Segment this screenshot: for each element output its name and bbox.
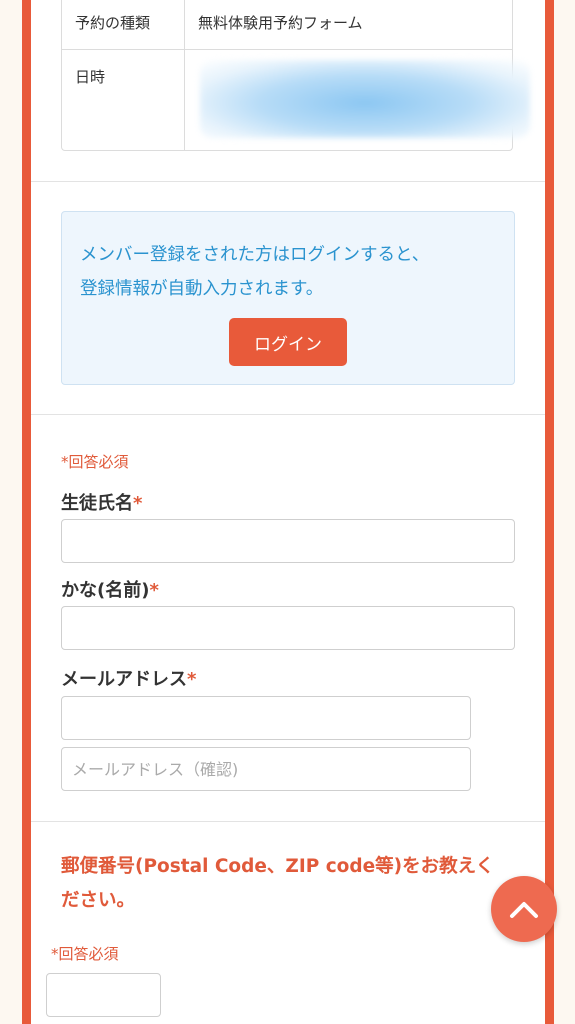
summary-row-type: 予約の種類 無料体験用予約フォーム	[62, 0, 512, 50]
student-name-input[interactable]	[61, 519, 515, 563]
required-star: *	[187, 669, 197, 690]
required-star: *	[133, 493, 143, 514]
page-frame: 予約の種類 無料体験用予約フォーム 日時 メンバー登録をされた方はログインすると…	[22, 0, 554, 1024]
section-divider	[31, 414, 545, 415]
kana-input[interactable]	[61, 606, 515, 650]
login-notice-line1: メンバー登録をされた方はログインすると、	[80, 245, 430, 265]
required-note: *回答必須	[61, 453, 129, 471]
login-notice-text: メンバー登録をされた方はログインすると、 登録情報が自動入力されます。	[80, 238, 500, 306]
login-notice-line2: 登録情報が自動入力されます。	[80, 279, 324, 299]
redacted-datetime	[200, 60, 530, 138]
summary-value-datetime	[186, 50, 530, 150]
postal-required-note: *回答必須	[51, 945, 119, 963]
login-button[interactable]: ログイン	[229, 318, 347, 366]
reservation-summary-table: 予約の種類 無料体験用予約フォーム 日時	[61, 0, 530, 151]
postal-title-line1: 郵便番号(Postal Code、ZIP code等)をお教えく	[61, 856, 495, 877]
email-label-text: メールアドレス	[61, 669, 187, 690]
email-label: メールアドレス*	[61, 665, 196, 691]
student-name-label-text: 生徒氏名	[61, 493, 133, 514]
summary-row-datetime: 日時	[62, 50, 530, 150]
postal-code-input[interactable]	[46, 973, 161, 1017]
required-star: *	[149, 580, 159, 601]
kana-label: かな(名前)*	[61, 576, 159, 602]
chevron-up-icon	[510, 902, 538, 918]
summary-value-type: 無料体験用予約フォーム	[198, 14, 363, 32]
summary-label-type: 予約の種類	[62, 0, 185, 49]
postal-code-question: 郵便番号(Postal Code、ZIP code等)をお教えく ださい。	[61, 850, 501, 918]
scroll-to-top-button[interactable]	[491, 876, 557, 942]
kana-label-text: かな(名前)	[61, 580, 150, 601]
section-divider	[31, 821, 545, 822]
postal-title-line2: ださい。	[61, 890, 136, 911]
login-notice: メンバー登録をされた方はログインすると、 登録情報が自動入力されます。 ログイン	[61, 211, 515, 385]
summary-label-datetime: 日時	[62, 50, 185, 150]
email-confirm-input[interactable]	[61, 747, 471, 791]
student-name-label: 生徒氏名*	[61, 489, 142, 515]
email-input[interactable]	[61, 696, 471, 740]
section-divider	[31, 181, 545, 182]
